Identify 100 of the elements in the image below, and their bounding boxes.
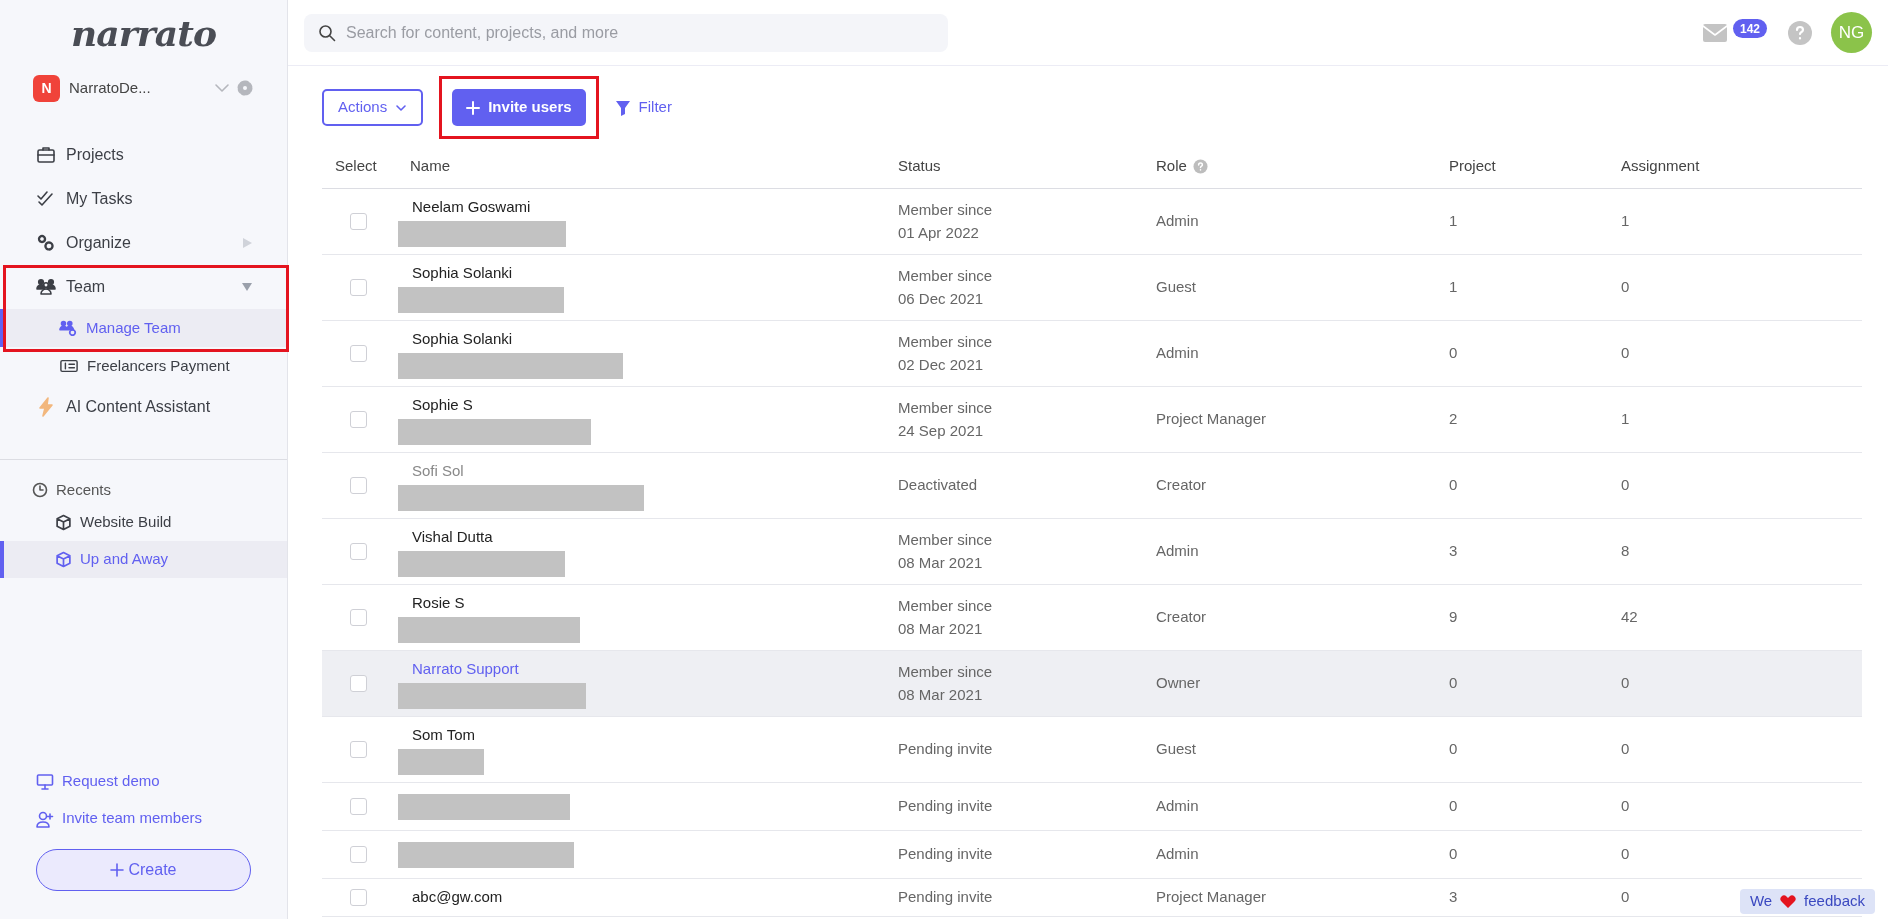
status-text: Member since bbox=[898, 662, 994, 682]
table-cell: Admin bbox=[1156, 797, 1199, 815]
nav-subitem[interactable]: Freelancers Payment bbox=[0, 347, 287, 385]
table-cell: Creator bbox=[1156, 608, 1207, 626]
nav-item[interactable]: Organize bbox=[0, 221, 287, 265]
checkbox[interactable] bbox=[350, 411, 367, 428]
filter-icon bbox=[614, 99, 631, 116]
member-date: 24 Sep 2021 bbox=[898, 420, 985, 441]
plus-icon bbox=[110, 863, 125, 877]
help-icon bbox=[1787, 19, 1813, 46]
table-cell: 0 bbox=[1621, 344, 1630, 362]
status-text: Pending invite bbox=[898, 887, 994, 908]
column-header[interactable]: Project bbox=[1449, 155, 1496, 178]
recent-item[interactable]: Website Build bbox=[0, 504, 287, 541]
checkbox[interactable] bbox=[350, 889, 367, 906]
table-cell: Admin bbox=[1156, 212, 1199, 230]
member-name: Vishal Dutta bbox=[411, 527, 494, 548]
checkbox[interactable] bbox=[350, 846, 367, 863]
status-text: Member since bbox=[898, 398, 994, 418]
checkbox[interactable] bbox=[350, 213, 367, 230]
table-cell: 0 bbox=[1621, 476, 1630, 494]
status-text: Member since bbox=[898, 200, 994, 220]
member-name: Neelam Goswami bbox=[411, 197, 532, 218]
table-cell: 0 bbox=[1621, 278, 1630, 296]
checkbox[interactable] bbox=[350, 279, 367, 296]
notification-badge: 142 bbox=[1732, 19, 1767, 38]
table-cell: 0 bbox=[1621, 797, 1630, 815]
checkbox[interactable] bbox=[350, 609, 367, 626]
member-date: 08 Mar 2021 bbox=[898, 552, 984, 573]
member-name: Sophia Solanki bbox=[411, 263, 514, 284]
table-cell: Admin bbox=[1156, 344, 1199, 362]
member-date: 01 Apr 2022 bbox=[898, 222, 980, 243]
member-name: Rosie S bbox=[411, 593, 466, 614]
logo: narrato bbox=[70, 11, 217, 56]
bill-icon bbox=[59, 357, 79, 375]
checkbox[interactable] bbox=[350, 543, 367, 560]
table-cell: Owner bbox=[1156, 674, 1201, 692]
feedback-button[interactable]: We feedback bbox=[1739, 889, 1875, 914]
sidebar-link[interactable]: Invite team members bbox=[0, 800, 287, 837]
column-header[interactable]: Select bbox=[335, 155, 377, 178]
workspace-name[interactable]: NarratoDe... bbox=[69, 76, 213, 100]
member-date: 02 Dec 2021 bbox=[898, 354, 985, 375]
checkbox[interactable] bbox=[350, 741, 367, 758]
filter-button[interactable]: Filter bbox=[614, 96, 672, 119]
checkbox[interactable] bbox=[350, 798, 367, 815]
gears-icon bbox=[36, 233, 56, 253]
clock-icon bbox=[32, 482, 48, 498]
table-cell: 8 bbox=[1621, 542, 1630, 560]
table-cell: 0 bbox=[1621, 740, 1630, 758]
table-cell: Project Manager bbox=[1156, 888, 1267, 906]
cube-icon bbox=[55, 551, 72, 568]
status-text: Deactivated bbox=[898, 475, 979, 496]
table-cell: 1 bbox=[1449, 278, 1458, 296]
nav-subitem[interactable]: Manage Team bbox=[0, 309, 287, 347]
column-header[interactable]: Name bbox=[410, 155, 450, 178]
table-cell: 0 bbox=[1449, 740, 1458, 758]
monitor-icon bbox=[36, 772, 54, 791]
member-name: Sophie S bbox=[411, 395, 474, 416]
column-header[interactable]: Assignment bbox=[1621, 155, 1700, 178]
create-button[interactable]: Create bbox=[36, 849, 251, 891]
table-cell: Admin bbox=[1156, 542, 1199, 560]
table-cell: Guest bbox=[1156, 278, 1197, 296]
status-text: Pending invite bbox=[898, 739, 994, 760]
column-header[interactable]: Role bbox=[1156, 155, 1187, 178]
nav-item[interactable]: My Tasks bbox=[0, 177, 287, 221]
status-text: Member since bbox=[898, 332, 994, 352]
table-cell: Creator bbox=[1156, 476, 1207, 494]
name-link[interactable]: Narrato Support bbox=[410, 658, 898, 681]
checkbox[interactable] bbox=[350, 477, 367, 494]
nav-item[interactable]: Team bbox=[0, 265, 287, 309]
invite-users-button[interactable]: Invite users bbox=[452, 89, 586, 126]
table-cell: 0 bbox=[1449, 674, 1458, 692]
table-cell: 2 bbox=[1449, 410, 1458, 428]
cube-icon bbox=[55, 514, 72, 531]
status-text: Pending invite bbox=[898, 844, 994, 865]
user-plus-icon bbox=[36, 809, 54, 828]
column-header[interactable]: Status bbox=[898, 155, 941, 178]
briefcase-icon bbox=[36, 145, 56, 165]
status-text: Pending invite bbox=[898, 796, 994, 817]
lightning-icon bbox=[36, 397, 56, 417]
table-cell: 1 bbox=[1449, 212, 1458, 230]
table-cell: 0 bbox=[1621, 845, 1630, 863]
heart-icon bbox=[1780, 894, 1797, 909]
table-cell: 0 bbox=[1449, 845, 1458, 863]
nav-item[interactable]: Projects bbox=[0, 133, 287, 177]
status-text: Member since bbox=[898, 596, 994, 616]
search-field[interactable]: Search for content, projects, and more bbox=[304, 13, 948, 52]
member-name: abc@gw.com bbox=[411, 887, 504, 908]
actions-button[interactable]: Actions bbox=[322, 89, 424, 126]
member-name: Sophia Solanki bbox=[411, 329, 514, 350]
team-settings-icon bbox=[58, 319, 78, 337]
recent-item[interactable]: Up and Away bbox=[0, 541, 287, 578]
checkbox[interactable] bbox=[350, 345, 367, 362]
nav-item[interactable]: AI Content Assistant bbox=[0, 385, 287, 429]
sidebar-link[interactable]: Request demo bbox=[0, 763, 287, 800]
checkbox[interactable] bbox=[350, 675, 367, 692]
recents-heading: Recents bbox=[56, 479, 112, 500]
table-cell: 0 bbox=[1621, 674, 1630, 692]
table-cell: 0 bbox=[1449, 344, 1458, 362]
member-date: 06 Dec 2021 bbox=[898, 288, 985, 309]
